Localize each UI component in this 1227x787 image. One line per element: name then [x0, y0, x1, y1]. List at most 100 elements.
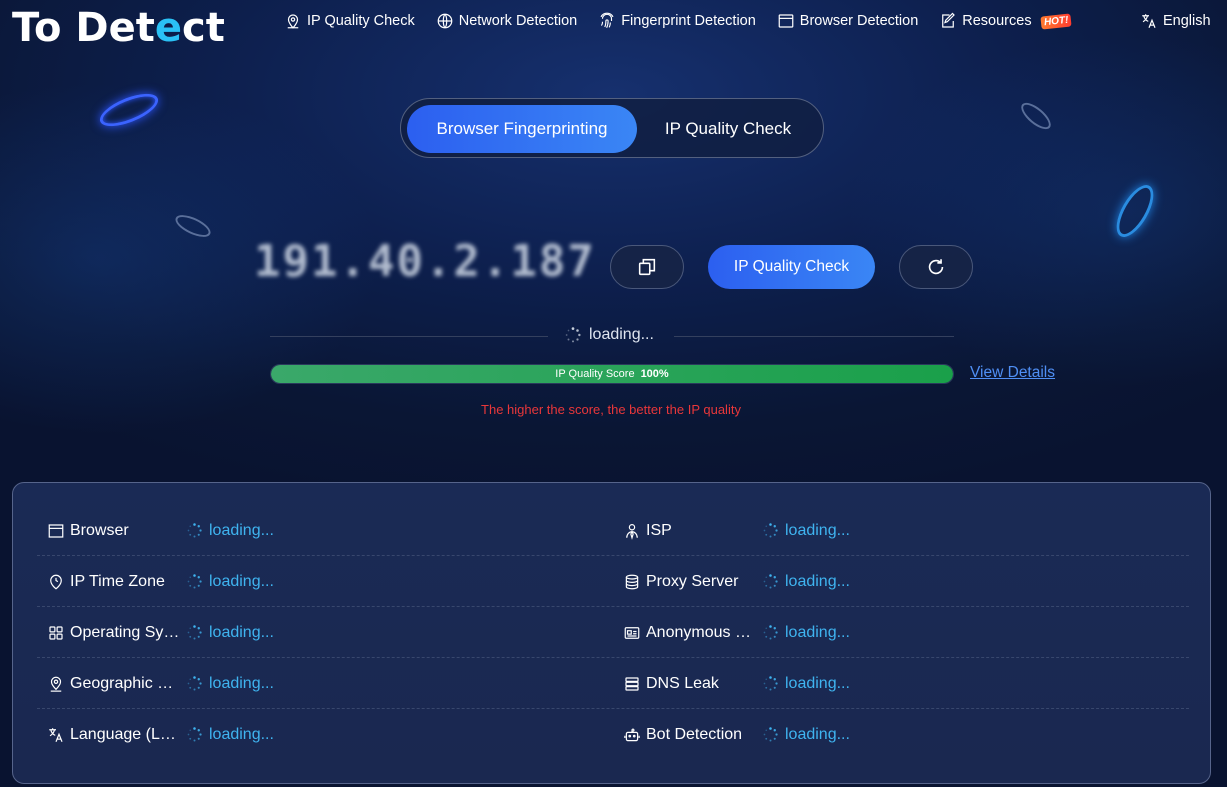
- spinner-icon: [187, 727, 202, 742]
- nav-item-fingerprint-detection[interactable]: Fingerprint Detection: [598, 10, 756, 32]
- location-pin-icon: [47, 675, 65, 693]
- info-row: IP Time Zone loading... Proxy Server loadin…: [37, 556, 1189, 607]
- spinner-icon: [763, 625, 778, 640]
- nav-label: Network Detection: [458, 13, 578, 29]
- spinner-icon: [187, 676, 202, 691]
- info-label: Proxy Server: [646, 572, 739, 590]
- score-bar-text: IP Quality Score 100%: [271, 365, 953, 383]
- site-logo[interactable]: To Detect: [12, 6, 225, 50]
- ip-info-panel: Browser loading... ISP loading... IP Time Zo…: [12, 482, 1211, 784]
- info-label: Geographic Location: [70, 674, 182, 692]
- info-label: Anonymous Server: [646, 623, 758, 641]
- spinner-icon: [187, 574, 202, 589]
- user-icon: [623, 522, 641, 540]
- server-list-icon: [623, 675, 641, 693]
- spinner-icon: [763, 574, 778, 589]
- tab-browser-fingerprinting[interactable]: Browser Fingerprinting: [407, 105, 637, 153]
- copy-icon: [638, 258, 656, 276]
- top-navigation-bar: To Detect IP Quality Check Network Detec…: [0, 0, 1227, 50]
- robot-icon: [623, 726, 641, 744]
- info-label: Browser: [70, 521, 129, 539]
- nav-label: IP Quality Check: [307, 13, 415, 29]
- info-label: ISP: [646, 521, 672, 539]
- divider: [674, 336, 954, 337]
- decorative-ring: [1109, 179, 1161, 243]
- ip-quality-check-button[interactable]: IP Quality Check: [708, 245, 875, 289]
- nav-label: Resources: [962, 13, 1032, 29]
- info-label: DNS Leak: [646, 674, 719, 692]
- mode-toggle: Browser Fingerprinting IP Quality Check: [400, 98, 824, 158]
- ip-status: loading...: [564, 326, 654, 344]
- info-item: Bot Detection loading...: [623, 709, 850, 760]
- info-value: loading...: [186, 726, 274, 744]
- decorative-ring: [172, 210, 214, 242]
- info-row: Language (Locale)loading... Bot Detection…: [37, 709, 1189, 760]
- ip-quality-score-bar: IP Quality Score 100%: [270, 364, 954, 384]
- nav-item-network-detection[interactable]: Network Detection: [436, 10, 577, 32]
- background-glow: [0, 0, 1227, 470]
- info-item: ISP loading...: [623, 505, 850, 556]
- decorative-ring: [1017, 98, 1055, 134]
- refresh-icon: [928, 259, 944, 275]
- info-value: loading...: [186, 573, 274, 591]
- copy-ip-button[interactable]: [610, 245, 684, 289]
- info-label: IP Time Zone: [70, 572, 165, 590]
- info-label: Bot Detection: [646, 725, 743, 743]
- info-value: loading...: [762, 522, 850, 540]
- translate-icon: [1142, 14, 1156, 28]
- nav-item-browser-detection[interactable]: Browser Detection: [777, 10, 918, 32]
- info-row: Browser loading... ISP loading...: [37, 505, 1189, 556]
- edit-document-icon: [942, 12, 956, 28]
- info-item: Browser loading...: [47, 505, 274, 556]
- nav-item-resources[interactable]: Resources HOT!: [939, 10, 1072, 32]
- info-item: Anonymous Serverloading...: [623, 607, 850, 658]
- language-selector[interactable]: English: [1140, 10, 1211, 32]
- info-item: Proxy Server loading...: [623, 556, 850, 607]
- nav-item-ip-quality-check[interactable]: IP Quality Check: [284, 10, 415, 32]
- id-card-icon: [623, 624, 641, 642]
- main-nav: IP Quality Check Network Detection Finge…: [284, 10, 1092, 32]
- location-pin-icon: [287, 14, 299, 29]
- spinner-icon: [187, 625, 202, 640]
- score-value: 100%: [640, 368, 669, 380]
- info-value: loading...: [762, 624, 850, 642]
- globe-icon: [437, 13, 453, 29]
- info-value: loading...: [762, 675, 850, 693]
- decorative-ring: [95, 87, 163, 133]
- clock-icon: [47, 573, 65, 591]
- ip-status-text: loading...: [589, 326, 654, 343]
- info-row: Operating Systemloading... Anonymous Serv…: [37, 607, 1189, 658]
- spinner-icon: [763, 727, 778, 742]
- fingerprint-icon: [600, 12, 614, 29]
- info-item: IP Time Zone loading...: [47, 556, 274, 607]
- refresh-button[interactable]: [899, 245, 973, 289]
- info-item: Language (Locale)loading...: [47, 709, 274, 760]
- tab-ip-quality-check[interactable]: IP Quality Check: [637, 105, 819, 153]
- browser-window-icon: [778, 14, 794, 28]
- spinner-icon: [763, 676, 778, 691]
- info-value: loading...: [186, 522, 274, 540]
- spinner-icon: [565, 327, 581, 343]
- spinner-icon: [187, 523, 202, 538]
- info-label: Language (Locale): [70, 725, 182, 743]
- ip-address: 191.40.2.187: [254, 236, 596, 287]
- nav-label: Fingerprint Detection: [621, 13, 756, 29]
- divider: [270, 336, 548, 337]
- info-value: loading...: [186, 675, 274, 693]
- language-label: English: [1163, 13, 1211, 29]
- info-row: Geographic Locationloading...DNS Leakloa…: [37, 658, 1189, 709]
- grid-icon: [47, 624, 65, 642]
- browser-window-icon: [47, 522, 65, 540]
- info-item: DNS Leak loading...: [623, 658, 850, 709]
- score-label: IP Quality Score: [555, 368, 635, 380]
- info-item: Geographic Locationloading...: [47, 658, 274, 709]
- nav-label: Browser Detection: [799, 13, 919, 29]
- translate-icon: [47, 726, 65, 744]
- hot-badge: HOT!: [1039, 12, 1072, 30]
- database-icon: [623, 573, 641, 591]
- spinner-icon: [763, 523, 778, 538]
- info-item: Operating Systemloading...: [47, 607, 274, 658]
- view-details-link[interactable]: View Details: [970, 364, 1055, 382]
- info-value: loading...: [186, 624, 274, 642]
- score-hint: The higher the score, the better the IP …: [481, 402, 741, 417]
